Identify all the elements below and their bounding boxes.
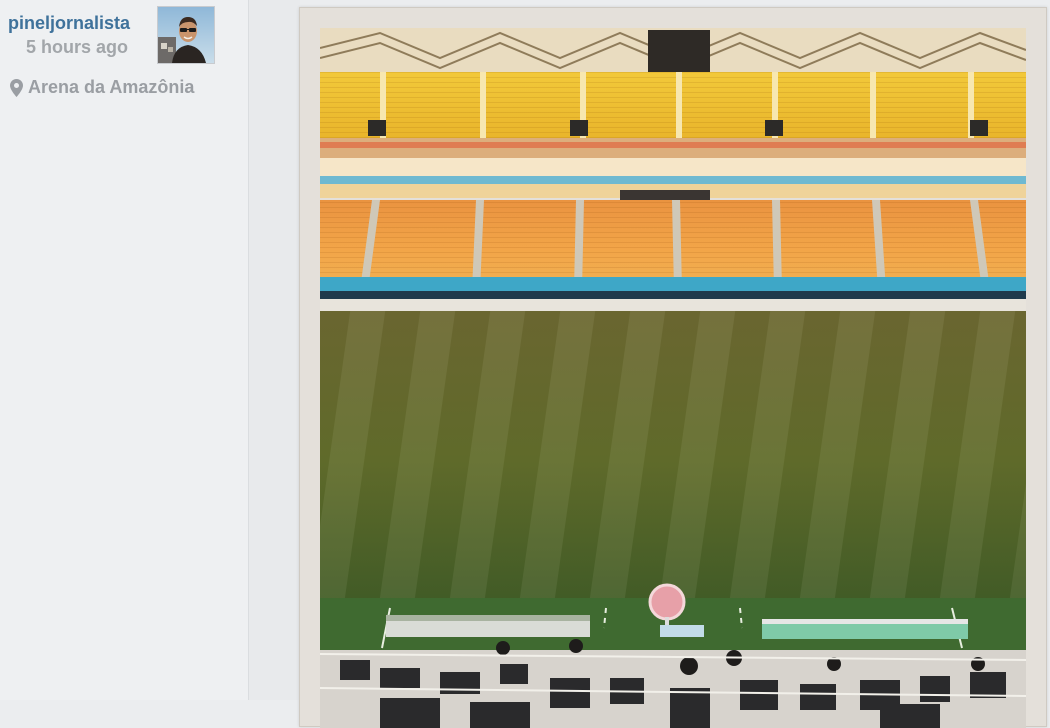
username-link[interactable]: pineljornalista — [8, 13, 130, 34]
post-timestamp: 5 hours ago — [26, 37, 129, 57]
avatar[interactable] — [157, 6, 215, 64]
photo-frame — [299, 7, 1047, 728]
map-pin-icon — [10, 78, 23, 97]
post-sidebar: pineljornalista 5 hours ago Arena da Ama… — [0, 0, 249, 700]
content-gutter — [249, 0, 300, 700]
location-link[interactable]: Arena da Amazônia — [10, 77, 194, 98]
location-label: Arena da Amazônia — [28, 77, 195, 97]
stadium-photo — [320, 28, 1026, 728]
avatar-image — [158, 7, 214, 63]
post-photo[interactable] — [320, 28, 1026, 728]
